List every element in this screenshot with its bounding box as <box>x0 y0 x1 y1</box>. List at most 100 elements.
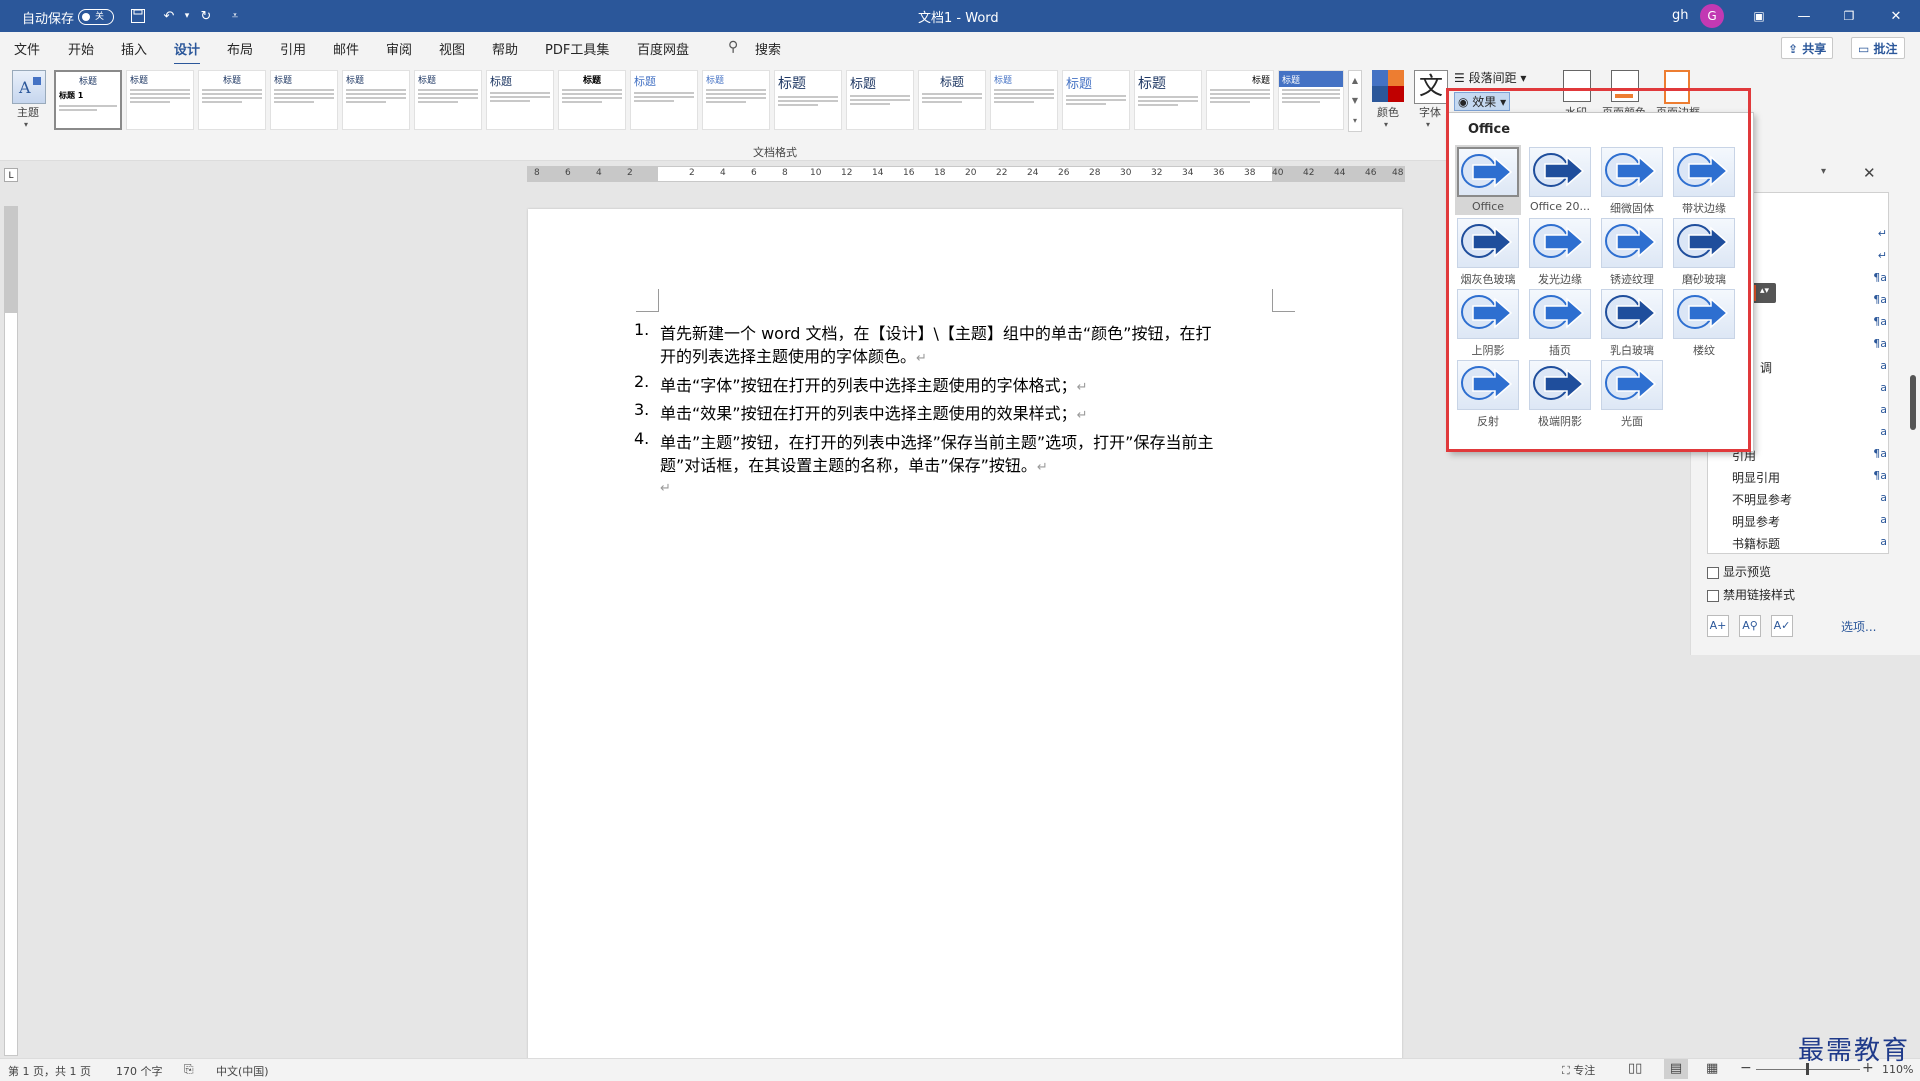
customize-toolbar-icon[interactable]: ⩡ <box>224 5 246 27</box>
comments-button[interactable]: ▭ 批注 <box>1851 37 1905 59</box>
save-icon[interactable] <box>127 5 149 27</box>
style-inspector-icon[interactable]: A⚲ <box>1739 615 1761 637</box>
effect-option[interactable]: 发光边缘 <box>1527 216 1593 286</box>
tab-file[interactable]: 文件 <box>14 39 40 58</box>
paragraph-spacing-button[interactable]: ☰ 段落间距 ▾ <box>1454 69 1526 86</box>
style-set[interactable]: 标题 <box>1062 70 1130 130</box>
effect-option[interactable]: 上阴影 <box>1455 287 1521 357</box>
fonts-label[interactable]: 字体 <box>1414 104 1446 120</box>
theme-icon[interactable]: A <box>12 70 46 104</box>
effect-option[interactable]: 乳白玻璃 <box>1599 287 1665 357</box>
paragraph-line[interactable]: 开的列表选择主题使用的字体颜色。↵ <box>660 343 927 367</box>
read-mode-icon[interactable]: ▯▯ <box>1628 1061 1642 1076</box>
style-set[interactable]: 标题 <box>702 70 770 130</box>
style-set[interactable]: 标题 <box>486 70 554 130</box>
zoom-out-icon[interactable]: − <box>1740 1060 1752 1076</box>
style-set[interactable]: 标题 <box>774 70 842 130</box>
style-item[interactable]: 明显参考 a <box>1732 513 1887 530</box>
word-count[interactable]: 170 个字 <box>116 1063 163 1079</box>
style-set[interactable]: 标题 <box>918 70 986 130</box>
style-set[interactable]: 标题 <box>990 70 1058 130</box>
page-count[interactable]: 第 1 页，共 1 页 <box>8 1063 91 1079</box>
gallery-up-icon[interactable]: ▲ <box>1349 71 1361 91</box>
vertical-ruler[interactable] <box>4 206 18 1056</box>
gallery-down-icon[interactable]: ▼ <box>1349 91 1361 111</box>
effect-option[interactable]: 光面 <box>1599 358 1665 428</box>
effect-option[interactable]: 楼纹 <box>1671 287 1737 357</box>
effect-option[interactable]: 磨砂玻璃 <box>1671 216 1737 286</box>
style-set[interactable]: 标题 <box>1134 70 1202 130</box>
style-item[interactable]: 调a <box>1732 359 1887 376</box>
redo-icon[interactable]: ↻ <box>195 5 217 27</box>
print-layout-icon[interactable]: ▤ <box>1664 1059 1688 1079</box>
style-set[interactable]: 标题 <box>198 70 266 130</box>
effect-option[interactable]: 插页 <box>1527 287 1593 357</box>
watermark-icon[interactable] <box>1563 70 1591 102</box>
disable-linked-styles-checkbox[interactable]: 禁用链接样式 <box>1707 586 1795 603</box>
style-set[interactable]: 标题 <box>846 70 914 130</box>
restore-icon[interactable]: ❐ <box>1838 5 1860 27</box>
search-box[interactable]: 搜索 <box>755 39 781 58</box>
theme-label[interactable]: 主题 <box>10 104 46 120</box>
page-border-icon[interactable] <box>1664 70 1690 104</box>
colors-label[interactable]: 颜色 <box>1372 104 1404 120</box>
paragraph-line[interactable]: 单击”主题”按钮，在打开的列表中选择”保存当前主题”选项，打开”保存当前主 <box>660 429 1213 453</box>
style-set-default[interactable]: 标题 标题 1 <box>54 70 122 130</box>
effect-option[interactable]: 极端阴影 <box>1527 358 1593 428</box>
tab-design[interactable]: 设计 <box>174 39 201 66</box>
tab-view[interactable]: 视图 <box>439 39 465 58</box>
tab-insert[interactable]: 插入 <box>121 39 147 58</box>
style-item[interactable]: 不明显参考 a <box>1732 491 1887 508</box>
effects-button[interactable]: ◉ 效果 ▾ <box>1454 92 1511 111</box>
effect-option[interactable]: 带状边缘 <box>1671 145 1737 215</box>
style-item[interactable]: 引用 ¶a <box>1732 447 1887 464</box>
manage-styles-icon[interactable]: A✓ <box>1771 615 1793 637</box>
tab-selector[interactable]: L <box>4 168 18 182</box>
checkbox-icon[interactable] <box>1707 566 1719 579</box>
effect-option[interactable]: 烟灰色玻璃 <box>1455 216 1521 286</box>
paragraph-line[interactable]: 单击“字体”按钮在打开的列表中选择主题使用的字体格式；↵ <box>660 372 1088 396</box>
tab-pdf-tools[interactable]: PDF工具集 <box>545 39 609 58</box>
tab-mailings[interactable]: 邮件 <box>333 39 359 58</box>
horizontal-ruler[interactable]: 8 6 4 2 2 4 6 8 10 12 14 16 18 20 22 24 … <box>527 166 1405 182</box>
checkbox-icon[interactable] <box>1707 589 1719 602</box>
style-set[interactable]: 标题 <box>414 70 482 130</box>
pane-close-icon[interactable]: ✕ <box>1863 164 1876 182</box>
pane-menu-icon[interactable]: ▾ <box>1821 166 1826 177</box>
show-preview-checkbox[interactable]: 显示预览 <box>1707 563 1771 580</box>
effect-option[interactable]: 反射 <box>1455 358 1521 428</box>
tab-home[interactable]: 开始 <box>68 39 94 58</box>
theme-dropdown-icon[interactable]: ▾ <box>24 120 28 129</box>
style-item[interactable]: 书籍标题 a <box>1732 535 1887 552</box>
vertical-scrollbar-thumb[interactable] <box>1910 375 1916 430</box>
ribbon-display-icon[interactable]: ▣ <box>1748 5 1770 27</box>
proofing-icon[interactable]: ⎘ <box>184 1062 194 1077</box>
new-style-icon[interactable]: A+ <box>1707 615 1729 637</box>
effect-option[interactable]: 细微固体 <box>1599 145 1665 215</box>
style-set[interactable]: 标题 <box>126 70 194 130</box>
focus-mode[interactable]: ⛶ 专注 <box>1562 1062 1595 1078</box>
document-page[interactable]: 1. 首先新建一个 word 文档，在【设计】\【主题】组中的单击“颜色”按钮，… <box>528 209 1402 1069</box>
language[interactable]: 中文(中国) <box>216 1063 269 1079</box>
style-set[interactable]: 标题 <box>558 70 626 130</box>
options-link[interactable]: 选项... <box>1841 618 1876 635</box>
style-set[interactable]: 标题 <box>1206 70 1274 130</box>
style-set[interactable]: 标题 <box>270 70 338 130</box>
style-set[interactable]: 标题 <box>1278 70 1344 130</box>
tab-layout[interactable]: 布局 <box>227 39 253 58</box>
tab-references[interactable]: 引用 <box>280 39 306 58</box>
web-layout-icon[interactable]: ▦ <box>1706 1061 1718 1076</box>
style-set[interactable]: 标题 <box>342 70 410 130</box>
effect-option[interactable]: 锈迹纹理 <box>1599 216 1665 286</box>
paragraph-line[interactable]: 题”对话框，在其设置主题的名称，单击”保存”按钮。↵ <box>660 452 1048 476</box>
effect-option[interactable]: Office <box>1455 145 1521 215</box>
style-item[interactable]: 明显引用 ¶a <box>1732 469 1887 486</box>
fonts-icon[interactable]: 文 <box>1414 70 1448 104</box>
close-icon[interactable]: ✕ <box>1885 5 1907 27</box>
toolbar-dropdown-icon[interactable]: ▴▾ <box>1760 286 1769 296</box>
avatar[interactable]: G <box>1700 4 1724 28</box>
tab-review[interactable]: 审阅 <box>386 39 412 58</box>
minimize-icon[interactable]: — <box>1793 5 1815 27</box>
colors-dropdown-icon[interactable]: ▾ <box>1384 120 1388 129</box>
paragraph-line[interactable]: 单击“效果”按钮在打开的列表中选择主题使用的效果样式；↵ <box>660 400 1088 424</box>
